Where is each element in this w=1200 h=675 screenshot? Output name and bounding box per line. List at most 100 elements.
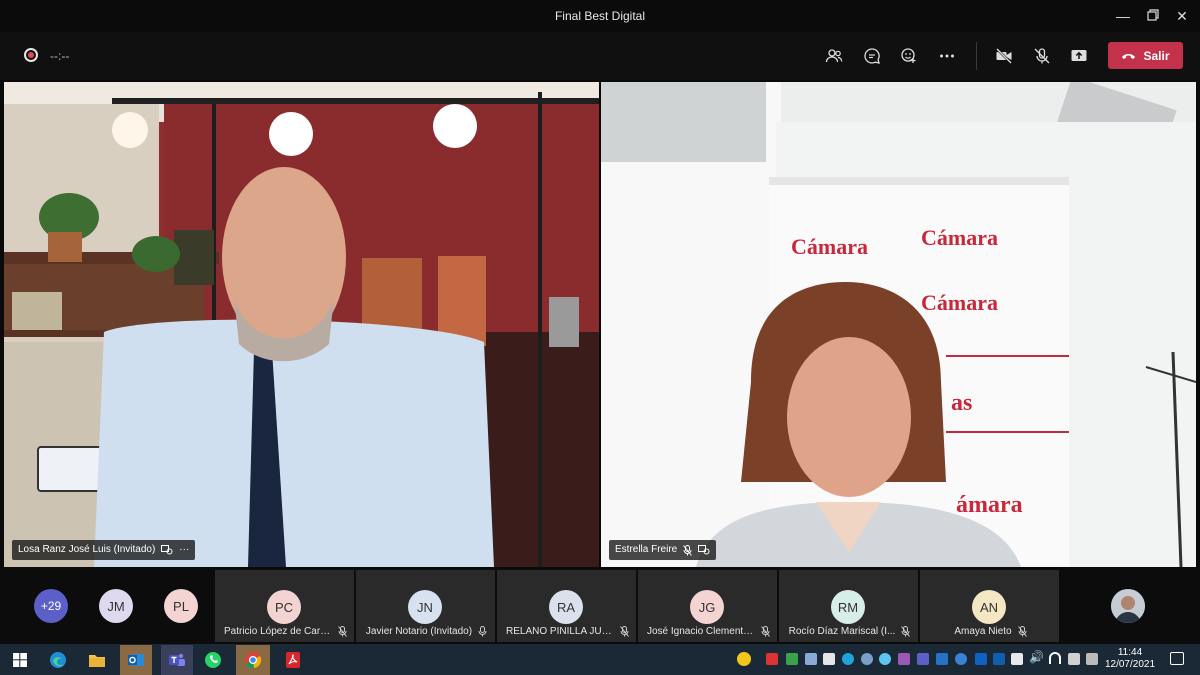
wifi-icon[interactable]	[1049, 652, 1061, 664]
banner-logo-1: Cámara	[791, 234, 868, 259]
participants-button[interactable]	[820, 42, 848, 70]
avatar[interactable]: PL	[164, 589, 198, 623]
participant-card[interactable]: JN Javier Notario (Invitado)	[356, 570, 495, 642]
banner-logo-2: Cámara	[921, 225, 998, 250]
close-button[interactable]: ✕	[1172, 6, 1192, 26]
tray-icon[interactable]	[1011, 653, 1023, 665]
tray-icon[interactable]	[879, 653, 891, 665]
leave-button[interactable]: Salir	[1108, 42, 1183, 69]
mic-toggle[interactable]	[1028, 42, 1056, 70]
mic-muted-icon	[761, 626, 770, 637]
people-icon	[825, 49, 843, 63]
tray-icon[interactable]	[805, 653, 817, 665]
banner-logo-4: ámara	[956, 492, 1023, 518]
video-tile-right[interactable]: Cámara Cámara Cámara as ámara Estrella F…	[601, 82, 1196, 567]
volume-icon[interactable]: 🔊	[1029, 650, 1044, 664]
chat-icon	[864, 48, 880, 64]
minimize-button[interactable]: —	[1113, 6, 1133, 26]
folder-icon	[89, 655, 105, 667]
tray-icon[interactable]	[823, 653, 835, 665]
share-icon	[1071, 50, 1087, 61]
spotlight-icon	[698, 545, 710, 555]
video-feed-right: Cámara Cámara Cámara as ámara	[601, 82, 1196, 567]
participant-card-name: Amaya Nieto	[954, 626, 1012, 637]
participant-card[interactable]: RA RELANO PINILLA JUA...	[497, 570, 636, 642]
meeting-timer: --:--	[50, 49, 70, 63]
participant-strip: +29 JM PL PC Patricio López de Carri... …	[0, 568, 1200, 644]
taskbar-teams[interactable]	[161, 645, 193, 675]
tray-icon[interactable]	[842, 653, 854, 665]
more-icon	[940, 54, 954, 58]
clock-date: 12/07/2021	[1104, 659, 1156, 670]
video-tile-left[interactable]: Losa Ranz José Luis (Invitado) ···	[4, 82, 599, 567]
avatar[interactable]: JM	[99, 589, 133, 623]
tray-icon[interactable]	[936, 653, 948, 665]
whatsapp-icon	[205, 652, 221, 668]
mic-muted-icon	[338, 626, 347, 637]
participant-card[interactable]: PC Patricio López de Carri...	[215, 570, 354, 642]
leave-label: Salir	[1143, 48, 1170, 63]
tray-outlook-icon[interactable]	[993, 653, 1005, 665]
os-taskbar: 🔊 11:44 12/07/2021	[0, 644, 1200, 675]
participant-card[interactable]: JG José Ignacio Clemente...	[638, 570, 777, 642]
window-title: Final Best Digital	[554, 9, 646, 23]
participant-card-name: Patricio López de Carri...	[224, 626, 332, 637]
avatar: JN	[408, 590, 442, 624]
avatar: PC	[267, 590, 301, 624]
video-feed-left	[4, 82, 599, 567]
toolbar-divider	[976, 42, 977, 70]
tray-weather-icon[interactable]	[737, 652, 751, 666]
chrome-icon	[245, 652, 262, 669]
overflow-participants-button[interactable]: +29	[34, 589, 68, 623]
participant-name-tag: Losa Ranz José Luis (Invitado) ···	[12, 540, 196, 560]
mic-muted-icon	[620, 626, 629, 637]
taskbar-edge[interactable]	[46, 648, 70, 672]
clock-time: 11:44	[1117, 647, 1143, 658]
tray-icon[interactable]	[917, 653, 929, 665]
participant-card-name: José Ignacio Clemente...	[647, 626, 755, 637]
tray-icon[interactable]	[766, 653, 778, 665]
reactions-button[interactable]	[895, 42, 923, 70]
participant-name: Losa Ranz José Luis (Invitado)	[18, 544, 156, 555]
participant-card-name: Rocío Díaz Mariscal (I...	[788, 626, 896, 637]
avatar: JG	[690, 590, 724, 624]
title-bar: Final Best Digital — ✕	[0, 0, 1200, 32]
participant-card[interactable]: RM Rocío Díaz Mariscal (I...	[779, 570, 918, 642]
tray-icon[interactable]	[1068, 653, 1080, 665]
tile-more-button[interactable]: ···	[179, 540, 189, 560]
more-actions-button[interactable]	[933, 42, 961, 70]
restore-icon	[1147, 9, 1159, 21]
self-avatar[interactable]	[1111, 589, 1145, 623]
tray-icon[interactable]	[898, 653, 910, 665]
taskbar-file-explorer[interactable]	[85, 648, 109, 672]
taskbar-chrome[interactable]	[236, 645, 270, 675]
banner-logo-3: Cámara	[921, 290, 998, 315]
pdf-icon	[286, 652, 300, 668]
taskbar-outlook[interactable]	[120, 645, 152, 675]
restore-button[interactable]	[1143, 6, 1163, 26]
tray-icon[interactable]	[975, 653, 987, 665]
start-button[interactable]	[8, 648, 32, 672]
tray-cloud-icon[interactable]	[955, 653, 967, 665]
meeting-toolbar: --:-- Salir	[0, 32, 1200, 80]
windows-icon	[13, 653, 27, 667]
banner-text-fragment: as	[951, 390, 972, 416]
person-photo-icon	[1111, 589, 1145, 623]
mic-icon	[478, 626, 487, 637]
tray-icon[interactable]	[861, 653, 873, 665]
tray-icon[interactable]	[786, 653, 798, 665]
spotlight-icon	[161, 545, 173, 555]
share-screen-button[interactable]	[1065, 42, 1093, 70]
participant-card-name: RELANO PINILLA JUA...	[506, 626, 614, 637]
taskbar-acrobat[interactable]	[281, 648, 305, 672]
mic-muted-icon	[901, 626, 911, 637]
participant-card[interactable]: AN Amaya Nieto	[920, 570, 1059, 642]
taskbar-clock[interactable]: 11:44 12/07/2021	[1104, 647, 1156, 671]
taskbar-whatsapp[interactable]	[201, 648, 225, 672]
camera-toggle[interactable]	[990, 42, 1018, 70]
reaction-icon	[901, 48, 916, 63]
notification-icon[interactable]	[1170, 652, 1184, 665]
avatar: RA	[549, 590, 583, 624]
tray-icon[interactable]	[1086, 653, 1098, 665]
chat-button[interactable]	[858, 42, 886, 70]
